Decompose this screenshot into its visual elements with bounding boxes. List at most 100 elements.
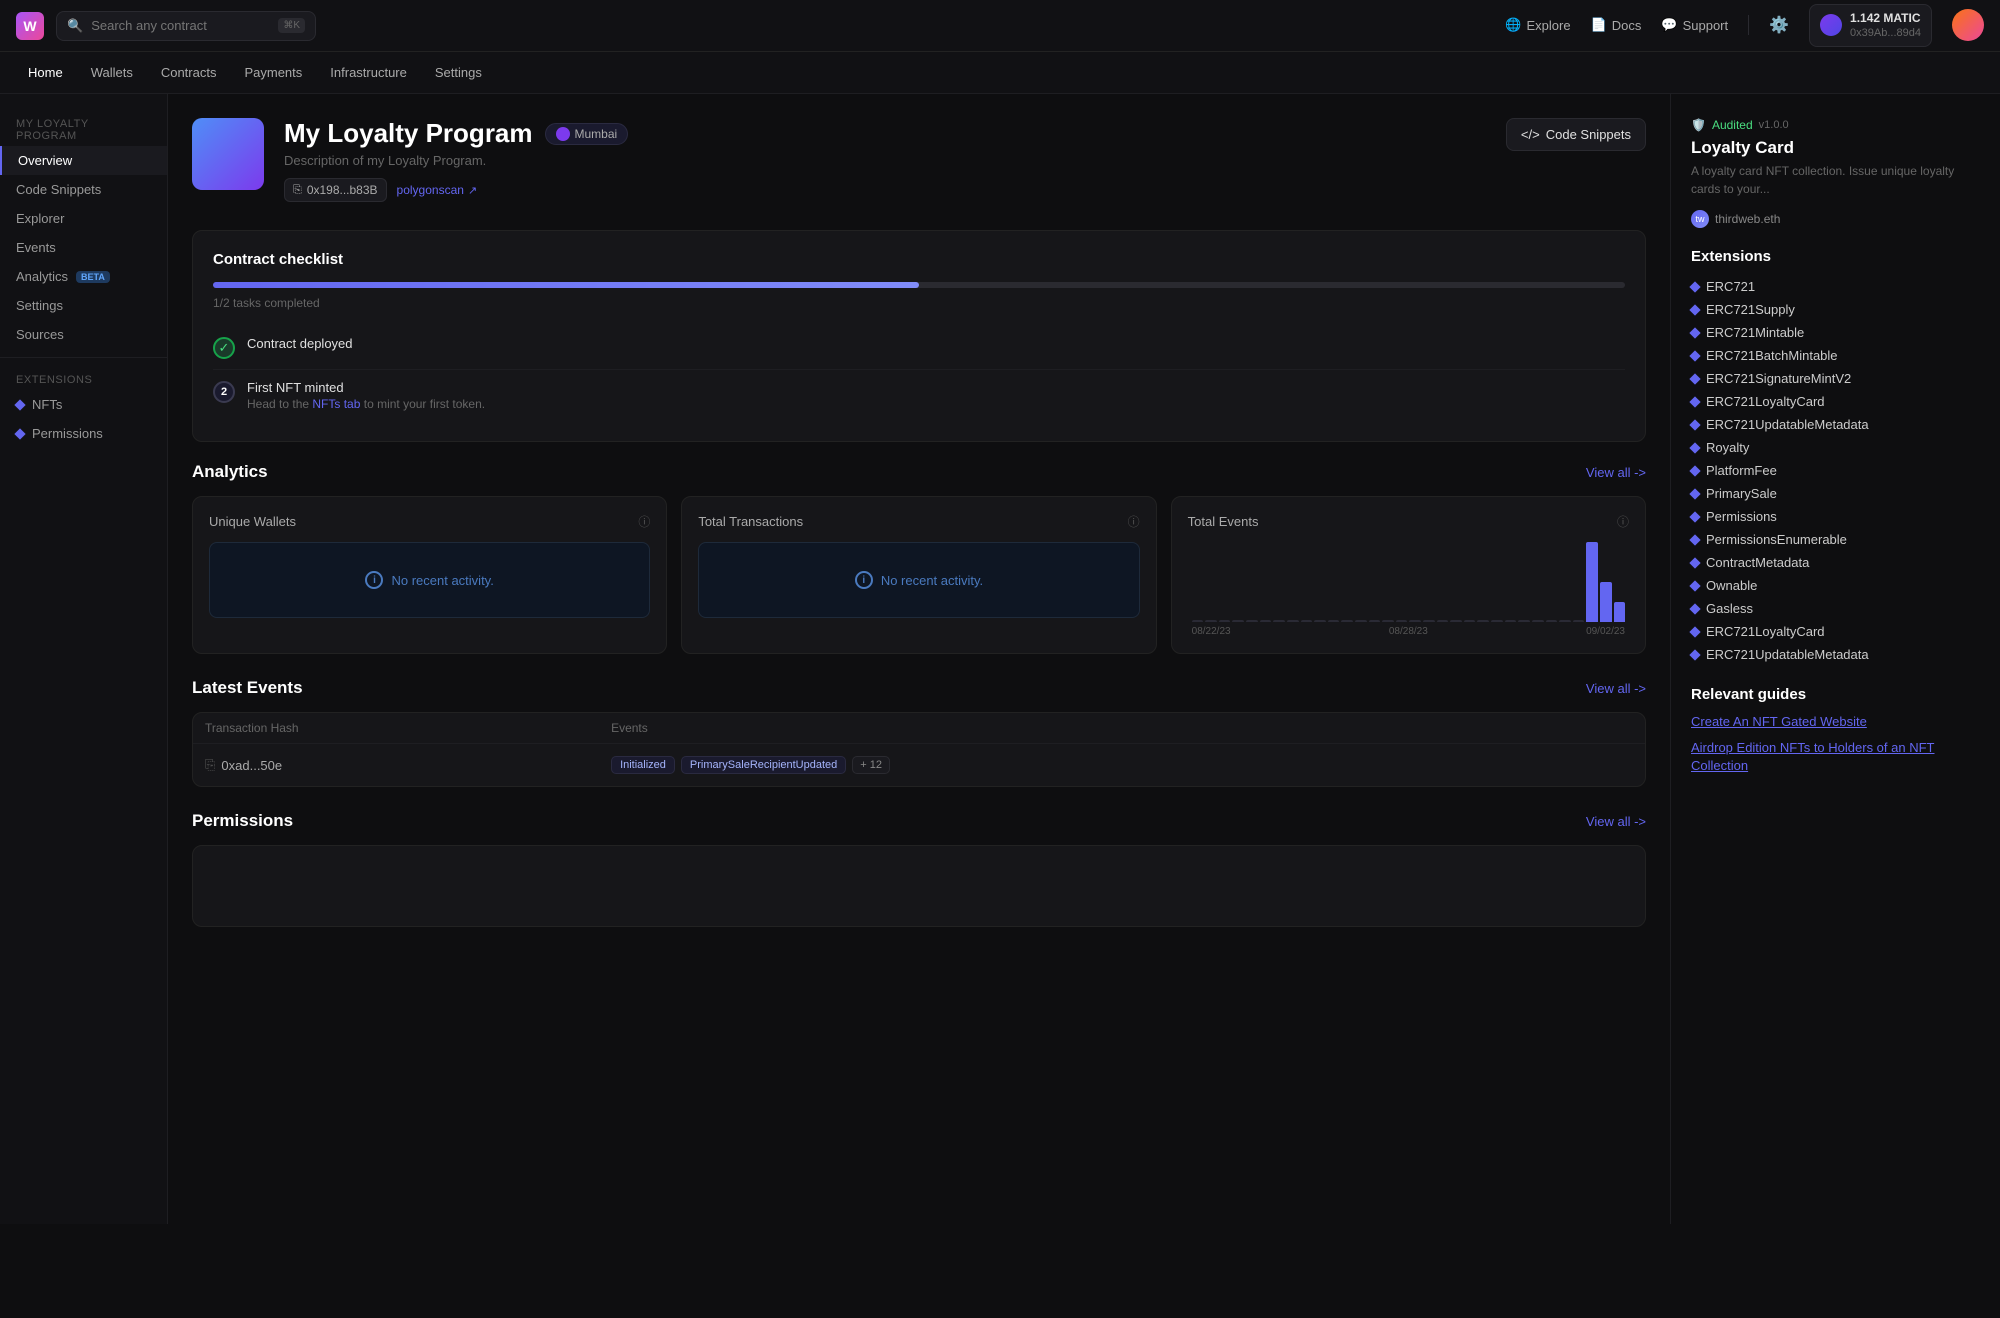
extension-list-item[interactable]: ERC721 — [1691, 275, 1980, 298]
contract-title-row: My Loyalty Program Mumbai — [284, 118, 1486, 149]
sidebar-item-code-snippets[interactable]: Code Snippets — [0, 175, 167, 204]
docs-link[interactable]: 📄 Docs — [1591, 17, 1642, 33]
extension-list-item[interactable]: PlatformFee — [1691, 459, 1980, 482]
ext-diamond-icon — [1689, 557, 1700, 568]
guides-list: Create An NFT Gated Website Airdrop Editi… — [1691, 713, 1980, 776]
sidebar-item-permissions[interactable]: Permissions — [0, 419, 167, 448]
checklist-item-nft-info: First NFT minted Head to the NFTs tab to… — [247, 380, 485, 411]
explore-link[interactable]: 🌐 Explore — [1505, 17, 1570, 33]
extension-list-item[interactable]: ERC721UpdatableMetadata — [1691, 413, 1980, 436]
events-cell: Initialized PrimarySaleRecipientUpdated … — [599, 744, 1645, 787]
code-icon: </> — [1521, 127, 1540, 142]
user-avatar[interactable] — [1952, 9, 1984, 41]
ext-diamond-icon — [1689, 304, 1700, 315]
checklist-item-desc: Head to the NFTs tab to mint your first … — [247, 397, 485, 411]
sidebar-item-sources[interactable]: Sources — [0, 320, 167, 349]
search-input[interactable] — [91, 18, 270, 33]
extension-list-item[interactable]: PrimarySale — [1691, 482, 1980, 505]
permissions-section: Permissions View all -> — [192, 811, 1646, 927]
progress-bar-fill — [213, 282, 919, 288]
nav-item-payments[interactable]: Payments — [232, 59, 314, 86]
extension-list-item[interactable]: ERC721UpdatableMetadata — [1691, 643, 1980, 666]
info-circle-icon: i — [365, 571, 383, 589]
extension-list-item[interactable]: Ownable — [1691, 574, 1980, 597]
sidebar-item-events[interactable]: Events — [0, 233, 167, 262]
extension-list-item[interactable]: ERC721BatchMintable — [1691, 344, 1980, 367]
ext-card-title: Loyalty Card — [1691, 138, 1980, 158]
permissions-view-all[interactable]: View all -> — [1586, 814, 1646, 829]
ext-diamond-icon — [1689, 419, 1700, 430]
extension-list-item[interactable]: ERC721SignatureMintV2 — [1691, 367, 1980, 390]
chart-bar — [1205, 620, 1217, 622]
nav-bar: Home Wallets Contracts Payments Infrastr… — [0, 52, 2000, 94]
sidebar-item-nfts[interactable]: NFTs — [0, 390, 167, 419]
code-snippets-button[interactable]: </> Code Snippets — [1506, 118, 1646, 151]
chart-bar — [1600, 582, 1612, 622]
nfts-link[interactable]: NFTs tab — [312, 397, 360, 411]
support-link[interactable]: 💬 Support — [1661, 17, 1728, 33]
guide-link[interactable]: Airdrop Edition NFTs to Holders of an NF… — [1691, 739, 1980, 775]
sidebar-item-settings[interactable]: Settings — [0, 291, 167, 320]
ext-diamond-icon — [1689, 350, 1700, 361]
sidebar-item-overview[interactable]: Overview — [0, 146, 167, 175]
more-events-badge[interactable]: + 12 — [852, 756, 890, 774]
extensions-section: Extensions ERC721ERC721SupplyERC721Minta… — [1691, 248, 1980, 666]
chart-bar — [1232, 620, 1244, 622]
ext-diamond-icon — [1689, 396, 1700, 407]
chart-bar — [1219, 620, 1231, 622]
ext-card-desc: A loyalty card NFT collection. Issue uni… — [1691, 162, 1980, 198]
sidebar-item-explorer[interactable]: Explorer — [0, 204, 167, 233]
nav-item-wallets[interactable]: Wallets — [79, 59, 145, 86]
chart-bar — [1491, 620, 1503, 622]
support-icon: 💬 — [1661, 17, 1677, 33]
extension-list-item[interactable]: ERC721LoyaltyCard — [1691, 390, 1980, 413]
guide-link[interactable]: Create An NFT Gated Website — [1691, 713, 1980, 731]
ext-diamond-icon — [1689, 580, 1700, 591]
extension-list-item[interactable]: Royalty — [1691, 436, 1980, 459]
chart-bar — [1518, 620, 1530, 622]
search-bar[interactable]: 🔍 ⌘K — [56, 11, 316, 41]
events-view-all[interactable]: View all -> — [1586, 681, 1646, 696]
nav-item-settings[interactable]: Settings — [423, 59, 494, 86]
nav-item-contracts[interactable]: Contracts — [149, 59, 229, 86]
ext-diamond-icon — [1689, 511, 1700, 522]
extension-list-item[interactable]: ERC721Supply — [1691, 298, 1980, 321]
nav-item-infrastructure[interactable]: Infrastructure — [318, 59, 419, 86]
ext-diamond-icon — [1689, 373, 1700, 384]
wallet-icon — [1820, 14, 1842, 36]
permissions-header: Permissions View all -> — [192, 811, 1646, 831]
polygonscan-link[interactable]: polygonscan ↗ — [397, 183, 478, 197]
network-dot-icon — [556, 127, 570, 141]
nav-item-home[interactable]: Home — [16, 59, 75, 86]
contract-checklist-card: Contract checklist 1/2 tasks completed ✓… — [192, 230, 1646, 442]
copy-icon-tx: ⎘ — [205, 757, 215, 773]
sidebar: My Loyalty Program Overview Code Snippet… — [0, 94, 168, 1224]
contract-title: My Loyalty Program — [284, 118, 533, 149]
settings-icon[interactable]: ⚙️ — [1769, 15, 1789, 35]
guides-section: Relevant guides Create An NFT Gated Webs… — [1691, 686, 1980, 776]
events-table: Transaction Hash Events ⎘ 0xad...50e — [193, 713, 1645, 786]
extension-list-item[interactable]: ERC721Mintable — [1691, 321, 1980, 344]
extension-list-item[interactable]: Permissions — [1691, 505, 1980, 528]
sidebar-item-analytics[interactable]: Analytics BETA — [0, 262, 167, 291]
extension-list-item[interactable]: ContractMetadata — [1691, 551, 1980, 574]
chart-bar — [1586, 542, 1598, 622]
events-table-events-header: Events — [599, 713, 1645, 744]
chart-bar — [1192, 620, 1204, 622]
contract-address-badge[interactable]: ⎘ 0x198...b83B — [284, 178, 387, 202]
extension-list-item[interactable]: PermissionsEnumerable — [1691, 528, 1980, 551]
extension-list-item[interactable]: Gasless — [1691, 597, 1980, 620]
docs-icon: 📄 — [1591, 17, 1607, 33]
chart-bar — [1546, 620, 1558, 622]
events-table-hash-header: Transaction Hash — [193, 713, 599, 744]
check-circle-done: ✓ — [213, 337, 235, 359]
wallet-info[interactable]: 1.142 MATIC 0x39Ab...89d4 — [1809, 4, 1932, 48]
extension-list-item[interactable]: ERC721LoyaltyCard — [1691, 620, 1980, 643]
network-badge: Mumbai — [545, 123, 629, 145]
info-icon-tx: ⓘ — [1128, 513, 1140, 530]
info-icon-wallets: ⓘ — [638, 513, 650, 530]
analytics-view-all[interactable]: View all -> — [1586, 465, 1646, 480]
ext-diamond-icon — [1689, 603, 1700, 614]
event-badge-initialized: Initialized — [611, 756, 675, 774]
no-activity-wallets: i No recent activity. — [209, 542, 650, 618]
